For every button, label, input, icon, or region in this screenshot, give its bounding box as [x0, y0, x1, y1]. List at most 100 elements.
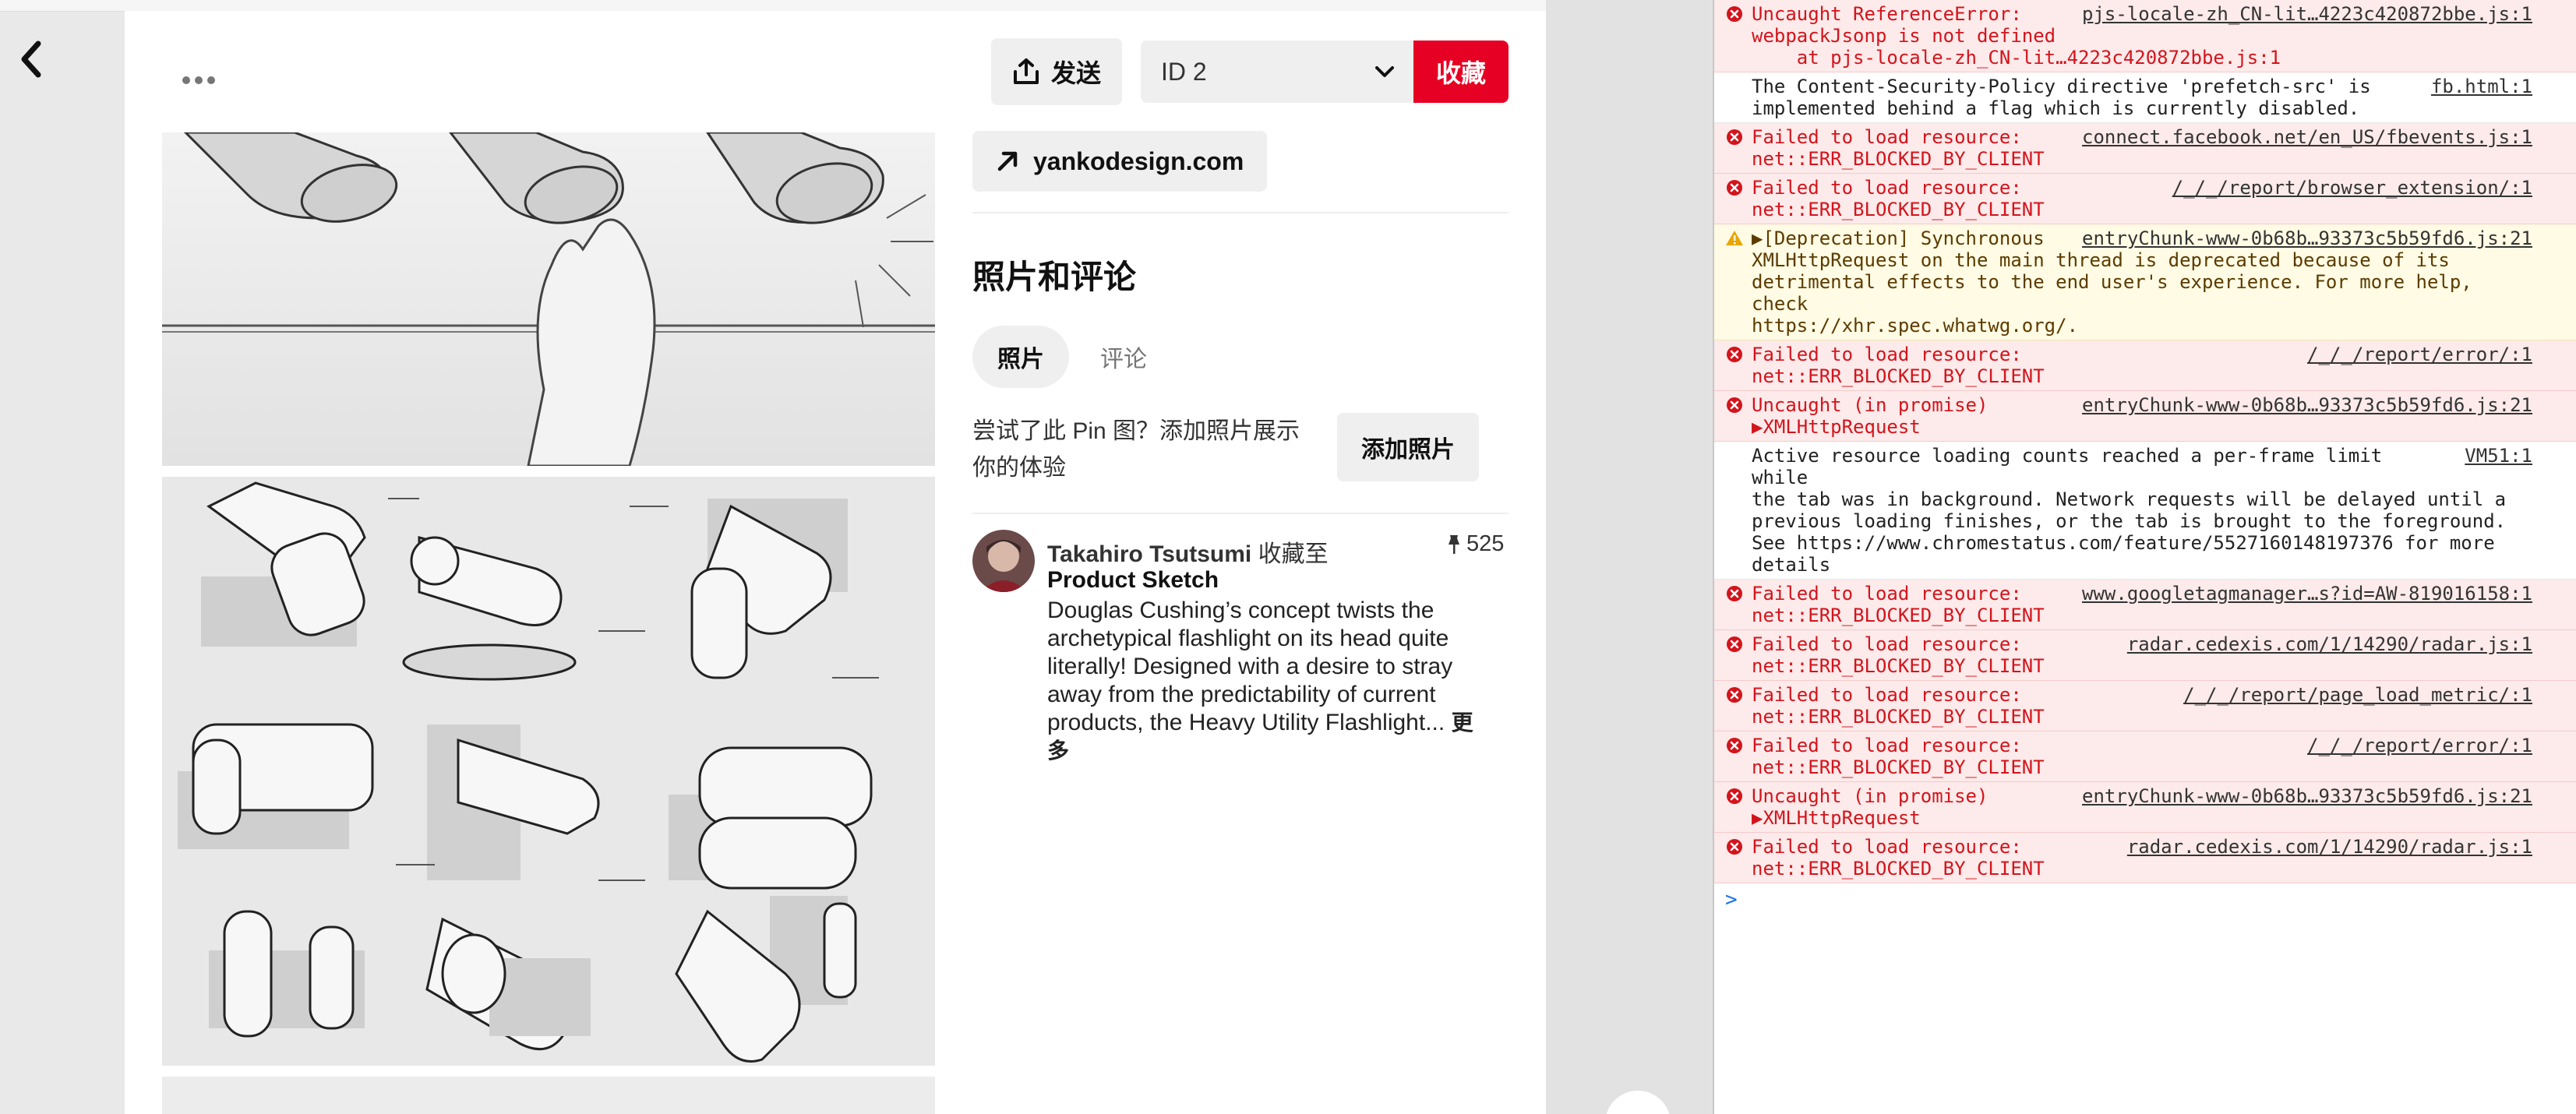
board-select[interactable]: ID 2	[1141, 41, 1413, 103]
error-icon	[1725, 345, 1744, 364]
more-options-button[interactable]	[171, 58, 226, 104]
console-message-error[interactable]: pjs-locale-zh_CN-lit…4223c420872bbe.js:1…	[1714, 0, 2576, 72]
console-message-line: detrimental effects to the end user's ex…	[1752, 271, 2484, 315]
error-icon	[1725, 396, 1744, 414]
error-icon	[1725, 635, 1744, 654]
console-source-link[interactable]: /_/_/report/browser_extension/:1	[2172, 177, 2532, 199]
error-icon	[1725, 736, 1744, 755]
error-icon	[1725, 5, 1744, 23]
pin-page: 发送 ID 2 收藏 yankodesign.com 照片和评论 照片 评论 尝…	[0, 0, 1713, 1114]
avatar[interactable]	[972, 530, 1035, 592]
console-message-error[interactable]: /_/_/report/page_load_metric/:1 Failed to…	[1714, 681, 2576, 732]
console-message-error[interactable]: /_/_/report/error/:1 Failed to load resou…	[1714, 732, 2576, 782]
section-title: 照片和评论	[972, 259, 1137, 295]
divider	[972, 212, 1509, 213]
description-text: Douglas Cushing’s concept twists the arc…	[1047, 598, 1453, 735]
console-source-link[interactable]: VM51:1	[2465, 445, 2532, 467]
back-button[interactable]	[6, 31, 56, 87]
chevron-down-icon	[1375, 66, 1394, 77]
warning-icon	[1725, 229, 1744, 248]
console-message-line: ▶XMLHttpRequest	[1752, 807, 1921, 829]
console-message-info[interactable]: VM51:1 Active resource loading counts rea…	[1714, 442, 2576, 580]
console-message-line: See https://www.chromestatus.com/feature…	[1752, 532, 2495, 554]
console-source-link[interactable]: radar.cedexis.com/1/14290/radar.js:1	[2127, 836, 2532, 858]
console-message-line: webpackJsonp is not defined	[1752, 25, 2056, 47]
console-message-line: net::ERR_BLOCKED_BY_CLIENT	[1752, 706, 2045, 728]
chevron-left-icon	[21, 41, 41, 78]
console-source-link[interactable]: radar.cedexis.com/1/14290/radar.js:1	[2127, 633, 2532, 655]
saved-to-label: 收藏至	[1258, 541, 1329, 567]
console-message-line: the tab was in background. Network reque…	[1752, 488, 2507, 510]
console-source-link[interactable]: /_/_/report/page_load_metric/:1	[2183, 684, 2532, 706]
tab-comments[interactable]: 评论	[1085, 326, 1163, 388]
console-message-line: net::ERR_BLOCKED_BY_CLIENT	[1752, 605, 2045, 626]
console-source-link[interactable]: entryChunk-www-0b68b…93373c5b59fd6.js:21	[2082, 227, 2532, 249]
console-message-warning[interactable]: entryChunk-www-0b68b…93373c5b59fd6.js:21…	[1714, 224, 2576, 340]
ellipsis-icon	[180, 74, 217, 88]
console-source-link[interactable]: entryChunk-www-0b68b…93373c5b59fd6.js:21	[2082, 785, 2532, 807]
console-prompt[interactable]: >	[1725, 888, 1738, 911]
console-source-link[interactable]: pjs-locale-zh_CN-lit…4223c420872bbe.js:1	[2082, 3, 2532, 25]
console-message-error[interactable]: /_/_/report/error/:1 Failed to load resou…	[1714, 340, 2576, 391]
console-message-line: https://xhr.spec.whatwg.org/.	[1752, 315, 2079, 337]
console-message-error[interactable]: /_/_/report/browser_extension/:1 Failed t…	[1714, 174, 2576, 224]
console-source-link[interactable]: /_/_/report/error/:1	[2307, 344, 2532, 365]
console-message-line: net::ERR_BLOCKED_BY_CLIENT	[1752, 858, 2045, 880]
console-source-link[interactable]: /_/_/report/error/:1	[2307, 735, 2532, 756]
console-message-error[interactable]: radar.cedexis.com/1/14290/radar.js:1 Fail…	[1714, 833, 2576, 883]
tab-photos[interactable]: 照片	[972, 326, 1069, 388]
console-message-error[interactable]: connect.facebook.net/en_US/fbevents.js:1…	[1714, 123, 2576, 174]
try-it-prompt: 尝试了此 Pin 图？添加照片展示你的体验	[972, 418, 1300, 481]
console-source-link[interactable]: www.googletagmanager…s?id=AW-819016158:1	[2082, 583, 2532, 605]
console-message-line: The Content-Security-Policy directive 'p…	[1752, 76, 2371, 97]
console-message-error[interactable]: entryChunk-www-0b68b…93373c5b59fd6.js:21…	[1714, 782, 2576, 833]
console-message-line: XMLHttpRequest on the main thread is dep…	[1752, 249, 2450, 271]
top-bar	[0, 0, 1713, 12]
console-message-error[interactable]: entryChunk-www-0b68b…93373c5b59fd6.js:21…	[1714, 391, 2576, 442]
pin-image[interactable]	[162, 132, 935, 1114]
console-source-link[interactable]: connect.facebook.net/en_US/fbevents.js:1	[2082, 126, 2532, 148]
error-icon	[1725, 128, 1744, 146]
console-source-link[interactable]: fb.html:1	[2431, 76, 2532, 97]
board-select-value: ID 2	[1161, 57, 1207, 86]
console-message-line: at pjs-locale-zh_CN-lit…4223c420872bbe.j…	[1752, 47, 2281, 69]
pin-icon	[1449, 534, 1459, 554]
error-icon	[1725, 787, 1744, 806]
share-upload-icon	[1013, 58, 1039, 84]
send-button[interactable]: 发送	[991, 38, 1122, 105]
page-background-strip	[1546, 0, 1713, 1114]
console-message-list: pjs-locale-zh_CN-lit…4223c420872bbe.js:1…	[1714, 0, 2576, 883]
arrow-up-right-icon	[997, 151, 1018, 171]
error-icon	[1725, 686, 1744, 704]
console-message-line: net::ERR_BLOCKED_BY_CLIENT	[1752, 199, 2045, 220]
console-message-line: net::ERR_BLOCKED_BY_CLIENT	[1752, 756, 2045, 778]
author-line: Takahiro Tsutsumi 收藏至	[1047, 534, 1329, 569]
console-message-line: implemented behind a flag which is curre…	[1752, 97, 2360, 119]
author-name[interactable]: Takahiro Tsutsumi	[1047, 541, 1251, 567]
divider	[972, 513, 1509, 514]
console-message-line: previous loading finishes, or the tab is…	[1752, 510, 2507, 532]
console-message-error[interactable]: radar.cedexis.com/1/14290/radar.js:1 Fail…	[1714, 630, 2576, 681]
save-count: 525	[1446, 531, 1504, 557]
error-icon	[1725, 178, 1744, 197]
source-link-label: yankodesign.com	[1033, 146, 1244, 175]
avatar-image	[972, 530, 1035, 592]
board-name[interactable]: Product Sketch	[1047, 567, 1219, 594]
error-icon	[1725, 837, 1744, 856]
console-message-line: net::ERR_BLOCKED_BY_CLIENT	[1752, 365, 2045, 387]
console-message-error[interactable]: www.googletagmanager…s?id=AW-819016158:1…	[1714, 580, 2576, 630]
send-label: 发送	[1050, 59, 1101, 87]
pin-card: 发送 ID 2 收藏 yankodesign.com 照片和评论 照片 评论 尝…	[125, 11, 1546, 1114]
console-message-line: details	[1752, 554, 1831, 576]
error-icon	[1725, 584, 1744, 603]
add-photo-button[interactable]: 添加照片	[1337, 413, 1479, 481]
devtools-console: pjs-locale-zh_CN-lit…4223c420872bbe.js:1…	[1713, 0, 2576, 1114]
console-source-link[interactable]: entryChunk-www-0b68b…93373c5b59fd6.js:21	[2082, 394, 2532, 416]
save-button[interactable]: 收藏	[1413, 41, 1509, 103]
console-message-info[interactable]: fb.html:1 The Content-Security-Policy dir…	[1714, 72, 2576, 123]
source-link[interactable]: yankodesign.com	[972, 131, 1267, 192]
console-message-line: Active resource loading counts reached a…	[1752, 445, 2394, 488]
pin-description: Douglas Cushing’s concept twists the arc…	[1047, 597, 1491, 765]
console-message-line: ▶XMLHttpRequest	[1752, 416, 1921, 438]
save-count-value: 525	[1466, 531, 1505, 556]
